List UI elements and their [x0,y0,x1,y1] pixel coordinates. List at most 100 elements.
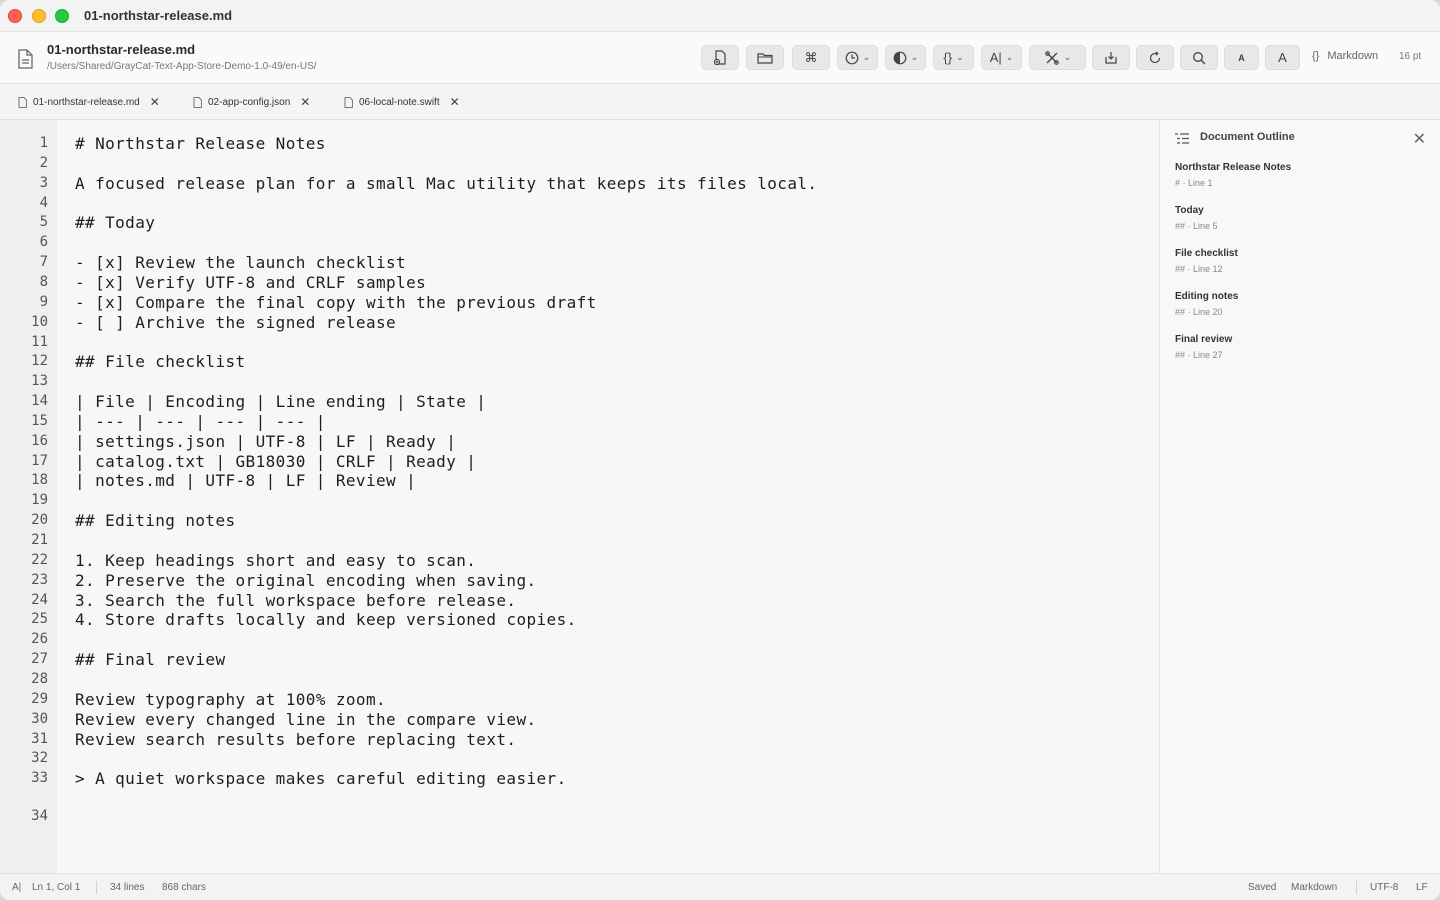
divider [1356,881,1357,894]
code-line: ## Final review [75,650,226,670]
tab-label: 01-northstar-release.md [33,96,140,108]
line-number: 25 [31,611,48,628]
status-line-ending[interactable]: LF [1416,882,1428,893]
document-header: 01-northstar-release.md /Users/Shared/Gr… [0,32,1440,84]
history-menu-button[interactable]: ⌄ [837,45,878,70]
line-number: 19 [31,492,48,509]
language-label: Markdown [1327,50,1379,62]
tab-label: 06-local-note.swift [359,96,440,108]
tab-local-note[interactable]: 06-local-note.swift ✕ [344,92,460,112]
chevron-down-icon: ⌄ [956,52,964,62]
tab-northstar-release[interactable]: 01-northstar-release.md ✕ [18,92,160,112]
line-number: 11 [31,333,48,350]
save-button[interactable] [1092,45,1130,70]
command-icon: ⌘ [804,49,818,65]
line-number: 1 [39,135,48,151]
minimize-window-button[interactable] [32,9,46,23]
outline-item[interactable]: Today ## · Line 5 [1175,205,1218,231]
code-line: ## Today [75,213,156,233]
line-number: 24 [31,591,48,608]
language-selector[interactable]: {} Markdown [1312,50,1378,62]
new-document-button[interactable] [701,45,739,70]
close-tab-icon[interactable]: ✕ [300,95,310,109]
line-number: 21 [31,532,48,548]
outline-title: Document Outline [1200,131,1295,143]
line-number: 27 [31,651,48,668]
document-name: 01-northstar-release.md [47,42,196,57]
file-icon [193,96,202,108]
outline-item[interactable]: File checklist ## · Line 12 [1175,248,1238,274]
new-file-icon [713,49,726,65]
text-cursor-icon: A| [12,882,22,893]
line-number: 2 [39,154,48,171]
outline-item[interactable]: Northstar Release Notes # · Line 1 [1175,162,1291,188]
zoom-window-button[interactable] [55,9,69,23]
close-icon[interactable]: ✕ [1413,129,1426,149]
close-tab-icon[interactable]: ✕ [450,95,460,109]
text-editor[interactable] [57,120,1159,873]
command-palette-button[interactable]: ⌘ [792,45,830,70]
tools-menu-button[interactable]: ⌄ [1029,45,1086,70]
file-icon [18,96,27,108]
syntax-menu-button[interactable]: {} ⌄ [933,45,974,70]
line-number: 30 [31,710,48,727]
code-line: Review typography at 100% zoom. [75,689,387,709]
document-path: /Users/Shared/GrayCat-Text-App-Store-Dem… [47,61,317,72]
open-folder-button[interactable] [746,45,784,70]
reload-button[interactable] [1136,45,1174,70]
line-number: 20 [31,512,48,529]
increase-font-button[interactable]: A [1265,45,1300,70]
tab-app-config[interactable]: 02-app-config.json ✕ [193,92,310,112]
typography-menu-button[interactable]: A| ⌄ [981,45,1022,70]
code-line: - [x] Verify UTF-8 and CRLF samples [75,272,427,292]
search-icon [1193,51,1206,64]
line-number: 8 [39,273,48,290]
code-line: - [x] Review the launch checklist [75,253,407,273]
divider [96,881,97,894]
tab-label: 02-app-config.json [208,96,291,108]
document-outline-panel: Document Outline ✕ Northstar Release Not… [1159,120,1440,873]
line-number: 23 [31,571,48,588]
close-window-button[interactable] [8,9,22,23]
window-title: 01-northstar-release.md [84,8,233,23]
code-line: 3. Search the full workspace before rele… [75,590,517,610]
code-line: 2. Preserve the original encoding when s… [75,570,537,590]
line-count: 34 lines [110,882,145,893]
outline-item[interactable]: Editing notes ## · Line 20 [1175,291,1238,317]
line-number: 26 [31,631,48,648]
code-line: 1. Keep headings short and easy to scan. [75,550,477,570]
line-number: 31 [31,730,48,747]
close-tab-icon[interactable]: ✕ [150,95,160,109]
line-number: 34 [31,808,48,825]
decrease-font-button[interactable]: A [1224,45,1259,70]
line-number: 9 [39,293,48,310]
tools-icon [1044,50,1059,65]
app-window: 01-northstar-release.md 01-northstar-rel… [0,0,1440,900]
code-line: - [ ] Archive the signed release [75,312,397,332]
line-number: 12 [31,353,48,370]
search-button[interactable] [1180,45,1218,70]
outline-item-name: File checklist [1175,248,1238,259]
title-bar: 01-northstar-release.md [0,0,1440,32]
line-number: 14 [31,393,48,410]
code-line: | settings.json | UTF-8 | LF | Ready | [75,431,457,451]
line-number: 10 [31,313,48,330]
code-line: - [x] Compare the final copy with the pr… [75,292,597,312]
outline-item-name: Editing notes [1175,291,1239,302]
outline-item[interactable]: Final review ## · Line 27 [1175,334,1232,360]
line-number: 13 [31,373,48,390]
code-line: > A quiet workspace makes careful editin… [75,769,567,789]
line-number: 4 [39,194,48,211]
status-encoding[interactable]: UTF-8 [1370,882,1398,893]
status-language[interactable]: Markdown [1291,882,1337,893]
outline-item-meta: ## · Line 20 [1175,307,1223,317]
clock-icon [845,51,859,64]
outline-item-meta: # · Line 1 [1175,178,1213,188]
code-line: | notes.md | UTF-8 | LF | Review | [75,471,417,491]
line-number: 6 [39,234,48,251]
outline-item-name: Final review [1175,334,1233,345]
char-count: 868 chars [162,882,206,893]
cursor-position: Ln 1, Col 1 [32,882,81,893]
appearance-menu-button[interactable]: ⌄ [885,45,926,70]
refresh-icon [1149,50,1161,63]
